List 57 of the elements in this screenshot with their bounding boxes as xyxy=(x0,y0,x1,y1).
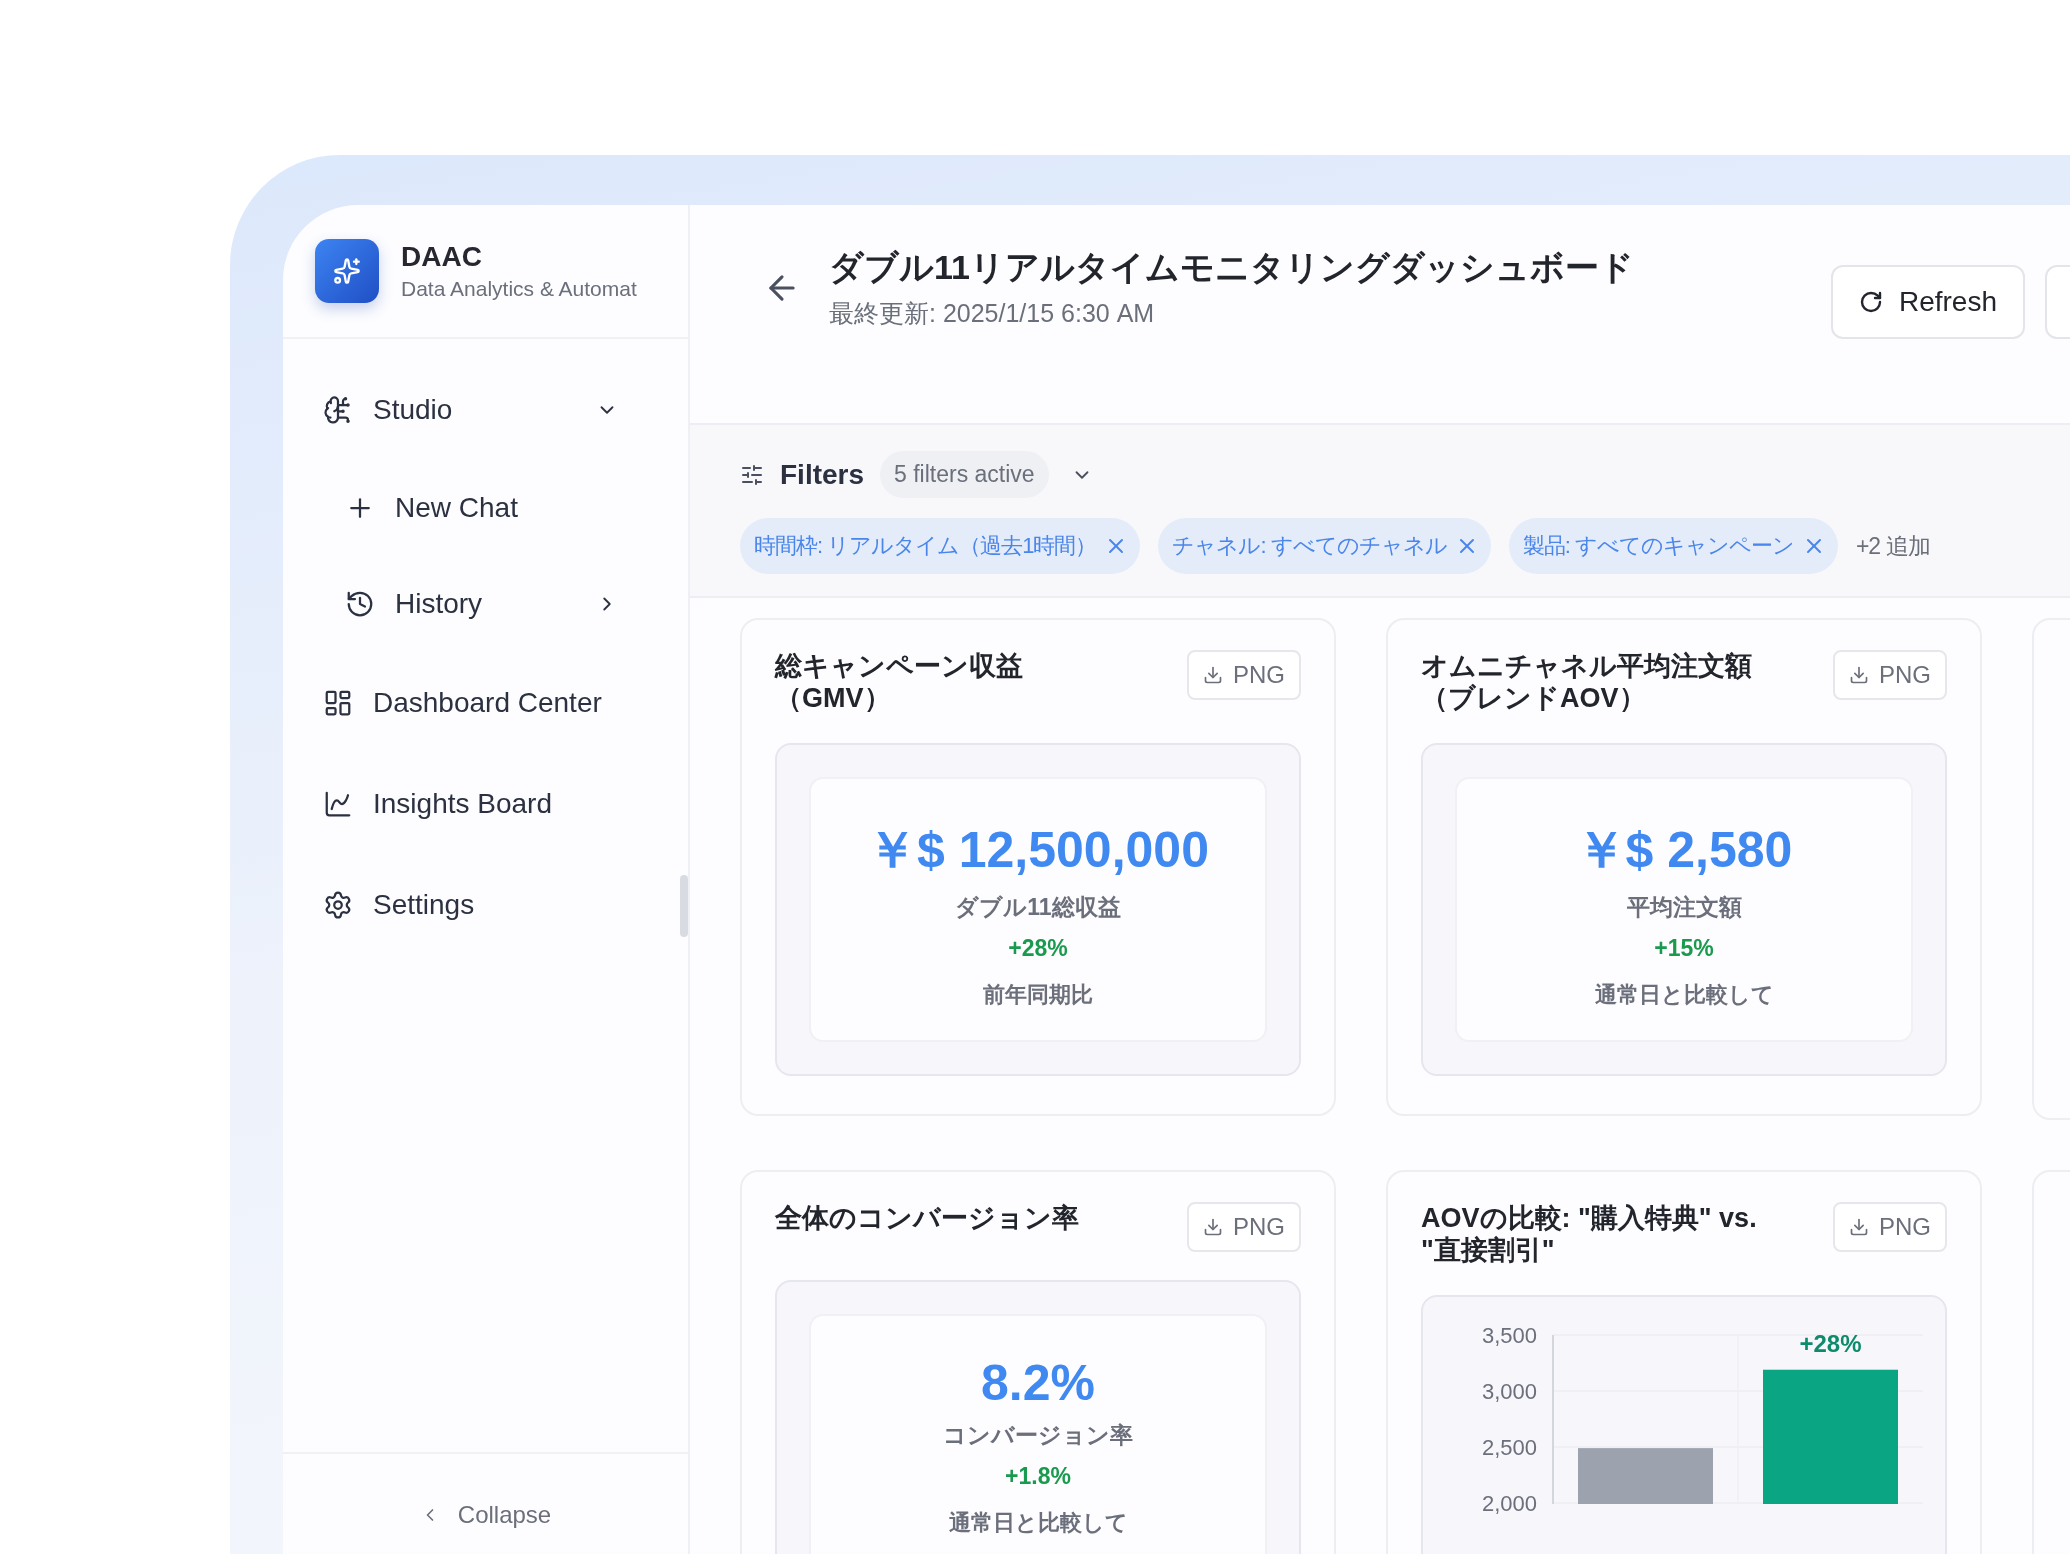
nav-icon xyxy=(323,394,353,425)
axis-tick-label: 2,000 xyxy=(1481,1490,1537,1516)
filter-count: 5 filters active xyxy=(880,451,1049,498)
metric-value: 8.2% xyxy=(981,1354,1095,1412)
download-icon xyxy=(1203,665,1223,685)
last-updated: 最終更新: 2025/1/15 6:30 AM xyxy=(829,298,1156,329)
metric-change: +1.8% xyxy=(1005,1463,1071,1490)
app-name: DAAC xyxy=(401,241,483,273)
card-title: AOVの比較: "購入特典" vs. xyxy=(1421,1202,1757,1235)
nav-item[interactable]: New Chat xyxy=(283,460,660,556)
bar-label: +28% xyxy=(1799,1329,1862,1357)
axis-tick-label: 3,000 xyxy=(1481,1378,1537,1404)
nav-item[interactable]: Insights Board xyxy=(283,753,660,854)
nav-icon xyxy=(323,889,353,920)
card-title: オムニチャネル平均注文額 xyxy=(1421,650,1752,683)
metric-label: 平均注文額 xyxy=(1626,892,1742,922)
metric-value: ￥$ 12,500,000 xyxy=(867,820,1209,880)
metric-change: +15% xyxy=(1654,934,1714,962)
sparkles-icon xyxy=(333,257,361,285)
refresh-button[interactable]: Refresh xyxy=(1830,265,2025,339)
metric-label: ダブル11総収益 xyxy=(955,892,1121,922)
nav-item[interactable]: History xyxy=(283,556,660,652)
refresh-icon xyxy=(1858,290,1883,314)
download-icon xyxy=(1849,665,1869,685)
nav-item[interactable]: Dashboard Center xyxy=(283,652,660,753)
card-title: "直接割引" xyxy=(1421,1234,1556,1267)
metric-change: +28% xyxy=(1008,934,1068,962)
export-png-button[interactable]: PNG xyxy=(1187,1202,1301,1252)
export-png-button[interactable]: PNG xyxy=(1187,650,1301,700)
nav-icon xyxy=(345,589,375,619)
nav-item[interactable]: Settings xyxy=(283,854,660,955)
nav-item[interactable]: Studio xyxy=(283,359,660,460)
card-title: （ブレンドAOV） xyxy=(1421,682,1647,715)
download-icon xyxy=(1203,1217,1223,1237)
app-subtitle: Data Analytics & Automat xyxy=(401,277,637,301)
metric-note: 通常日と比較して xyxy=(1594,980,1774,1009)
metric-label: コンバージョン率 xyxy=(943,1421,1133,1450)
scrollbar-thumb[interactable] xyxy=(680,875,688,937)
axis-tick-label: 3,500 xyxy=(1481,1322,1537,1348)
collapse-button[interactable]: Collapse xyxy=(413,1500,558,1530)
filter-chip[interactable]: 時間枠: リアルタイム（過去1時間） xyxy=(740,518,1141,574)
metric-note: 通常日と比較して xyxy=(948,1509,1128,1537)
metric-note: 前年同期比 xyxy=(983,980,1093,1009)
export-png-button[interactable]: PNG xyxy=(1833,1202,1947,1252)
metric-value: ￥$ 2,580 xyxy=(1575,820,1793,880)
card-title: （GMV） xyxy=(775,682,892,715)
card-title: 全体のコンバージョン率 xyxy=(775,1202,1079,1235)
more-filters[interactable]: +2 追加 xyxy=(1855,530,1930,562)
page-title: ダブル11リアルタイムモニタリングダッシュボード xyxy=(829,247,1635,288)
filter-chip[interactable]: チャネル: すべてのチャネル xyxy=(1158,518,1491,574)
filters-label: Filters xyxy=(780,458,865,491)
card-title: 総キャンペーン収益 xyxy=(775,650,1023,683)
filter-chip[interactable]: 製品: すべてのキャンペーン xyxy=(1508,518,1838,574)
filter-icon xyxy=(740,462,764,487)
export-png-button[interactable]: PNG xyxy=(1833,650,1947,700)
download-icon xyxy=(1849,1217,1869,1237)
axis-tick-label: 2,500 xyxy=(1481,1434,1537,1460)
